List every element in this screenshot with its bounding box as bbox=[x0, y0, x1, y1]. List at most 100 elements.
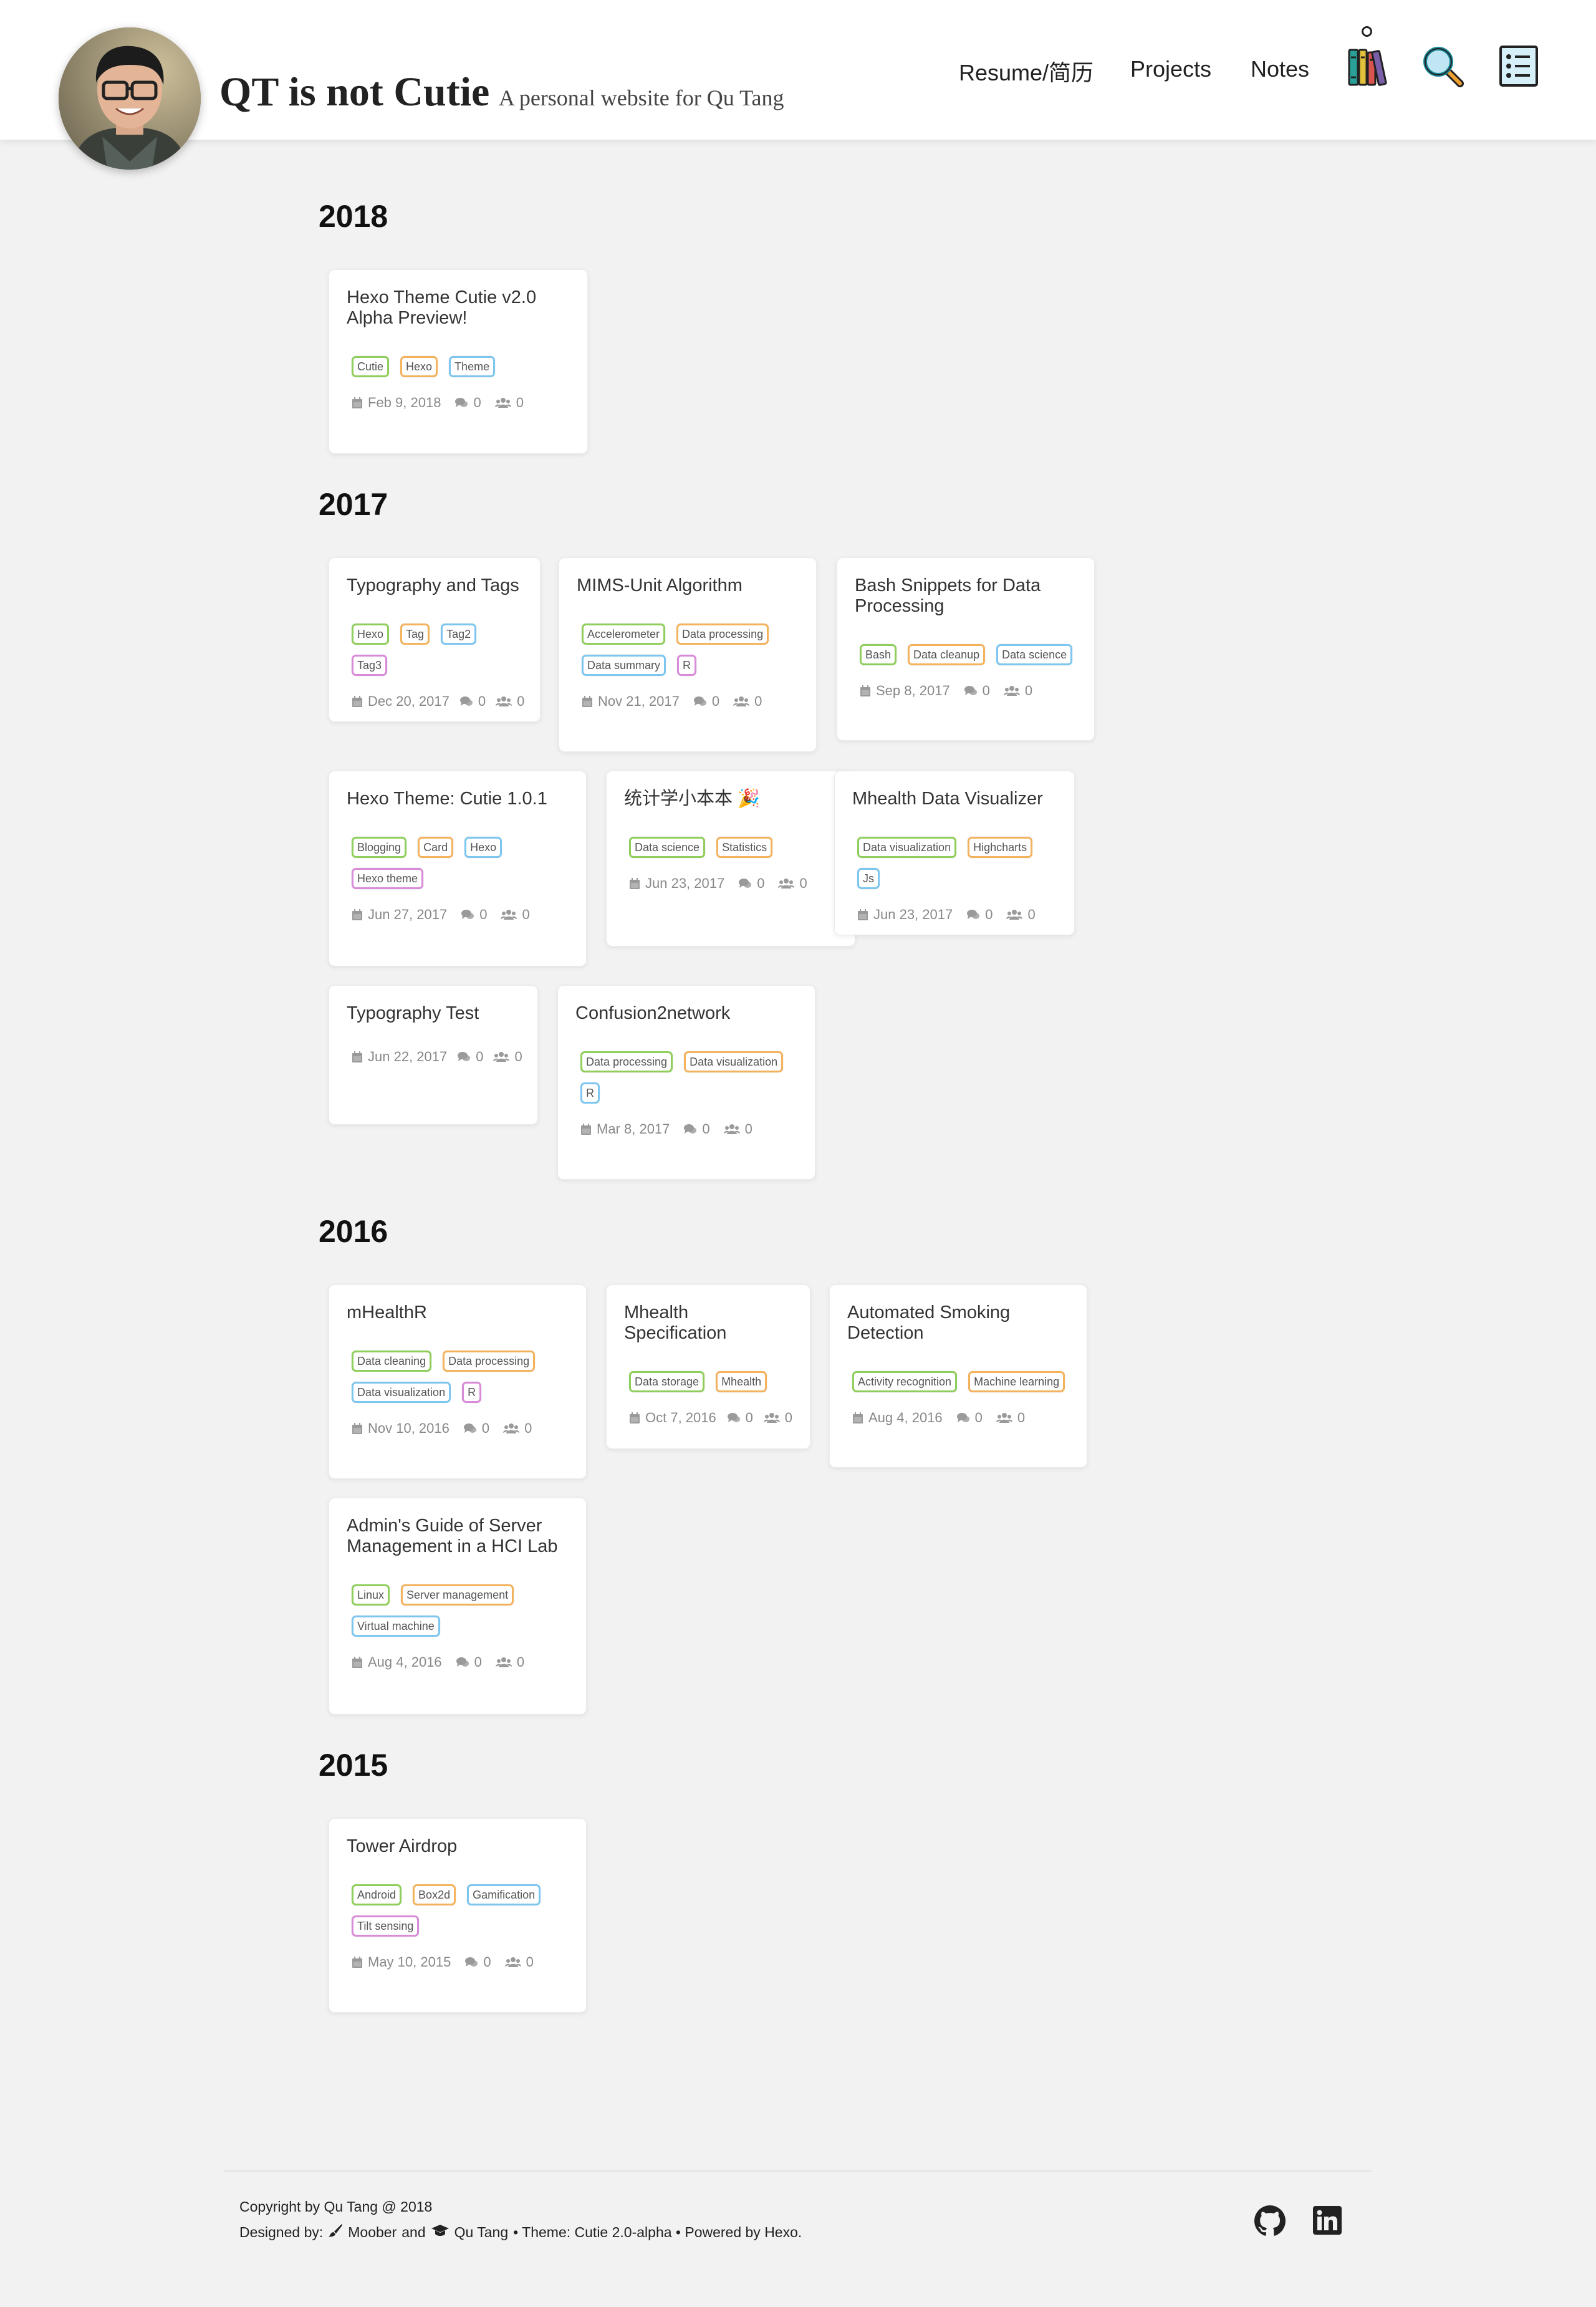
tag-chip[interactable]: Card bbox=[418, 837, 454, 858]
post-title[interactable]: Typography and Tags bbox=[347, 576, 522, 596]
post-tags: Bash Data cleanup Data science bbox=[855, 644, 1077, 665]
table-of-contents-icon[interactable] bbox=[1499, 45, 1539, 90]
linkedin-icon[interactable] bbox=[1313, 2206, 1342, 2238]
post-card[interactable]: Hexo Theme Cutie v2.0 Alpha Preview! Cuti… bbox=[329, 269, 588, 454]
footer-credits: Designed by: Moober and Qu Tang • Theme:… bbox=[239, 2223, 802, 2241]
tag-chip[interactable]: Tag3 bbox=[352, 655, 388, 676]
tag-chip[interactable]: Data processing bbox=[676, 624, 769, 645]
tag-chip[interactable]: Data visualization bbox=[857, 837, 957, 858]
tag-chip[interactable]: Linux bbox=[352, 1584, 390, 1606]
post-title[interactable]: Typography Test bbox=[347, 1003, 520, 1024]
post-title[interactable]: Admin's Guide of Server Management in a … bbox=[347, 1516, 569, 1557]
tag-chip[interactable]: Theme bbox=[449, 356, 496, 377]
post-card[interactable]: Automated Smoking Detection Activity reco… bbox=[829, 1284, 1087, 1468]
archive-books-icon[interactable] bbox=[1347, 46, 1389, 92]
tag-chip[interactable]: Data cleanup bbox=[908, 644, 986, 665]
tag-chip[interactable]: Data visualization bbox=[352, 1382, 451, 1403]
comments-icon bbox=[459, 696, 473, 706]
post-card[interactable]: Hexo Theme: Cutie 1.0.1 Blogging Card Hexo H… bbox=[329, 771, 587, 966]
post-title[interactable]: 统计学小本本 🎉 bbox=[624, 789, 837, 809]
tag-chip[interactable]: Tilt sensing bbox=[352, 1915, 420, 1937]
post-title[interactable]: Mhealth Data Visualizer bbox=[852, 789, 1057, 809]
year-heading-2016: 2016 bbox=[319, 1214, 388, 1249]
tag-chip[interactable]: Js bbox=[857, 868, 880, 889]
tag-chip[interactable]: Data storage bbox=[629, 1371, 705, 1392]
tag-chip[interactable]: Hexo theme bbox=[352, 868, 424, 889]
author-avatar[interactable] bbox=[59, 27, 201, 170]
post-card[interactable]: MIMS-Unit Algorithm Accelerometer Data pro… bbox=[559, 557, 817, 752]
tag-chip[interactable]: Data science bbox=[996, 644, 1073, 665]
post-card[interactable]: Typography and Tags Hexo Tag Tag2 Tag3 Dec 20… bbox=[329, 557, 541, 722]
post-card[interactable]: Tower Airdrop Android Box2d Gamification Til… bbox=[329, 1818, 587, 2013]
footer-designer-qutang[interactable]: Qu Tang bbox=[454, 2224, 509, 2241]
search-icon[interactable] bbox=[1421, 45, 1465, 92]
visitors-icon bbox=[495, 1657, 512, 1667]
tag-chip[interactable]: Data processing bbox=[443, 1351, 536, 1372]
tag-chip[interactable]: Tag2 bbox=[441, 624, 477, 645]
post-meta: Sep 8, 2017 0 0 bbox=[855, 683, 1077, 699]
post-title[interactable]: Bash Snippets for Data Processing bbox=[855, 576, 1077, 617]
calendar-icon bbox=[858, 909, 868, 920]
calendar-icon bbox=[352, 1657, 362, 1668]
post-title[interactable]: mHealthR bbox=[347, 1303, 569, 1323]
post-card[interactable]: Bash Snippets for Data Processing Bash Dat… bbox=[837, 557, 1095, 741]
post-title[interactable]: Hexo Theme: Cutie 1.0.1 bbox=[347, 789, 569, 809]
comments-icon bbox=[956, 1413, 969, 1422]
tag-chip[interactable]: Hexo bbox=[464, 837, 502, 858]
post-visitor-count: 0 bbox=[526, 1954, 534, 1970]
post-card[interactable]: Mhealth Data Visualizer Data visualizatio… bbox=[834, 771, 1075, 935]
post-title[interactable]: Confusion2network bbox=[575, 1003, 797, 1024]
tag-chip[interactable]: Data cleaning bbox=[352, 1351, 432, 1372]
tag-chip[interactable]: Data processing bbox=[580, 1051, 673, 1072]
nav-link-notes[interactable]: Notes bbox=[1251, 56, 1309, 82]
calendar-icon bbox=[352, 1423, 362, 1434]
tag-chip[interactable]: Data visualization bbox=[684, 1051, 784, 1072]
tag-chip[interactable]: Statistics bbox=[716, 837, 773, 858]
nav-link-resume[interactable]: Resume/简历 bbox=[959, 55, 1094, 87]
tag-chip[interactable]: Cutie bbox=[352, 356, 390, 377]
tag-chip[interactable]: Gamification bbox=[467, 1884, 541, 1905]
post-title[interactable]: Tower Airdrop bbox=[347, 1836, 569, 1857]
nav-link-projects[interactable]: Projects bbox=[1130, 56, 1211, 82]
tag-chip[interactable]: Data science bbox=[629, 837, 706, 858]
tag-chip[interactable]: Hexo bbox=[400, 356, 438, 377]
post-card[interactable]: 统计学小本本 🎉 Data science Statistics Jun 23, 20… bbox=[606, 771, 855, 946]
footer-designer-moober[interactable]: Moober bbox=[348, 2224, 397, 2241]
post-title[interactable]: MIMS-Unit Algorithm bbox=[577, 576, 799, 596]
visitors-icon bbox=[504, 1957, 521, 1967]
tag-chip[interactable]: Mhealth bbox=[716, 1371, 767, 1392]
post-card[interactable]: Admin's Guide of Server Management in a … bbox=[329, 1498, 587, 1715]
tag-chip[interactable]: R bbox=[580, 1082, 600, 1104]
tag-chip[interactable]: Android bbox=[352, 1884, 402, 1905]
tag-chip[interactable]: Tag bbox=[400, 624, 430, 645]
tag-chip[interactable]: Hexo bbox=[352, 624, 390, 645]
site-brand[interactable]: QT is not Cutie A personal website for Q… bbox=[219, 69, 784, 116]
tag-chip[interactable]: Server management bbox=[401, 1584, 514, 1606]
tag-chip[interactable]: R bbox=[462, 1382, 482, 1403]
tag-chip[interactable]: Highcharts bbox=[968, 837, 1033, 858]
tag-chip[interactable]: Accelerometer bbox=[582, 624, 666, 645]
post-title[interactable]: Hexo Theme Cutie v2.0 Alpha Preview! bbox=[347, 287, 570, 329]
site-title[interactable]: QT is not Cutie bbox=[219, 69, 489, 115]
tag-chip[interactable]: R bbox=[677, 655, 697, 676]
calendar-icon bbox=[581, 1124, 591, 1135]
post-date: Mar 8, 2017 bbox=[597, 1121, 670, 1137]
tag-chip[interactable]: Activity recognition bbox=[852, 1371, 958, 1392]
tag-chip[interactable]: Virtual machine bbox=[352, 1616, 440, 1637]
post-card[interactable]: Typography Test Jun 22, 2017 0 0 bbox=[329, 985, 538, 1125]
tag-chip[interactable]: Bash bbox=[860, 644, 897, 665]
post-comment-count: 0 bbox=[745, 1410, 753, 1425]
post-title[interactable]: Automated Smoking Detection bbox=[847, 1303, 1069, 1344]
post-card[interactable]: mHealthR Data cleaning Data processing Data… bbox=[329, 1284, 587, 1479]
post-card[interactable]: Mhealth Specification Data storage Mhealth… bbox=[606, 1284, 810, 1449]
tag-chip[interactable]: Machine learning bbox=[968, 1371, 1065, 1392]
github-icon[interactable] bbox=[1254, 2205, 1286, 2240]
tag-chip[interactable]: Data summary bbox=[582, 655, 666, 676]
post-card[interactable]: Confusion2network Data processing Data vis… bbox=[557, 985, 815, 1180]
visitors-icon bbox=[763, 1413, 780, 1423]
post-date: Sep 8, 2017 bbox=[876, 683, 950, 698]
tag-chip[interactable]: Blogging bbox=[352, 837, 407, 858]
post-title[interactable]: Mhealth Specification bbox=[624, 1303, 792, 1344]
post-date: Nov 21, 2017 bbox=[598, 693, 680, 709]
tag-chip[interactable]: Box2d bbox=[413, 1884, 456, 1905]
